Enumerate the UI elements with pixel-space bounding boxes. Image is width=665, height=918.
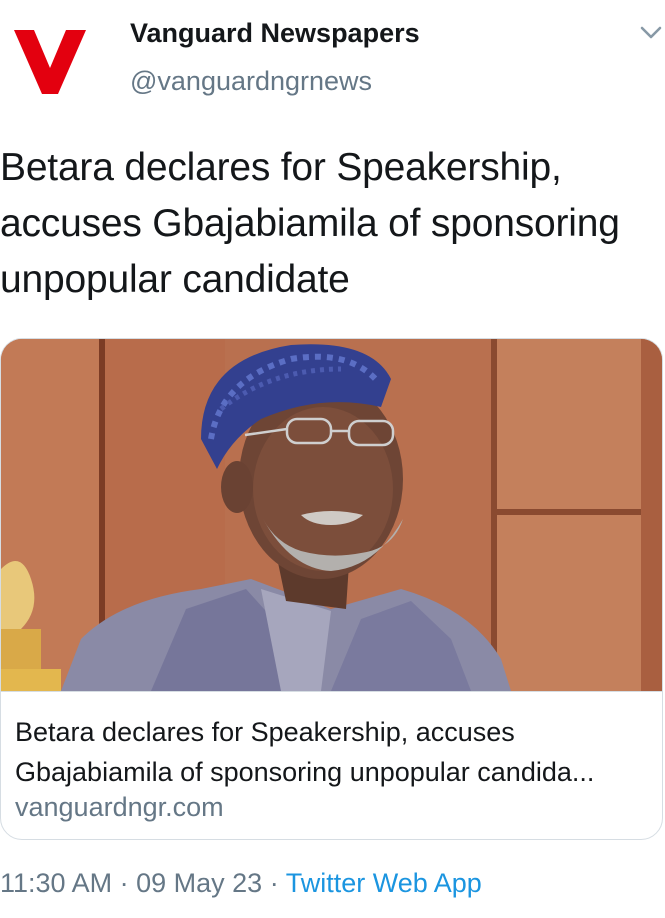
tweet-source-link[interactable]: Twitter Web App [286,868,482,898]
card-title-line: Gbajabiamila of sponsoring unpopular can… [15,757,595,787]
avatar[interactable] [8,12,92,96]
card-domain: vanguardngr.com [15,792,224,822]
chevron-down-icon[interactable] [637,22,665,44]
tweet-header: Vanguard Newspapers @vanguardngrnews [0,0,665,120]
tweet-time[interactable]: 11:30 AM [0,868,112,898]
card-image[interactable] [1,339,662,691]
card-title-line: Betara declares for Speakership, accuses [15,717,515,747]
vanguard-logo-icon [14,30,86,94]
separator: · [119,868,129,898]
tweet-date[interactable]: 09 May 23 [136,868,262,898]
tweet: Vanguard Newspapers @vanguardngrnews Bet… [0,0,665,918]
separator: · [269,868,279,898]
display-name[interactable]: Vanguard Newspapers [130,18,420,49]
tweet-footer: 11:30 AM · 09 May 23 · Twitter Web App [0,868,482,899]
link-card[interactable]: Betara declares for Speakership, accuses… [0,338,663,840]
user-handle[interactable]: @vanguardngrnews [130,66,372,97]
card-title[interactable]: Betara declares for Speakership, accuses… [15,712,655,792]
card-meta[interactable]: Betara declares for Speakership, accuses… [1,691,662,839]
tweet-text: Betara declares for Speakership, accuses… [0,146,620,301]
